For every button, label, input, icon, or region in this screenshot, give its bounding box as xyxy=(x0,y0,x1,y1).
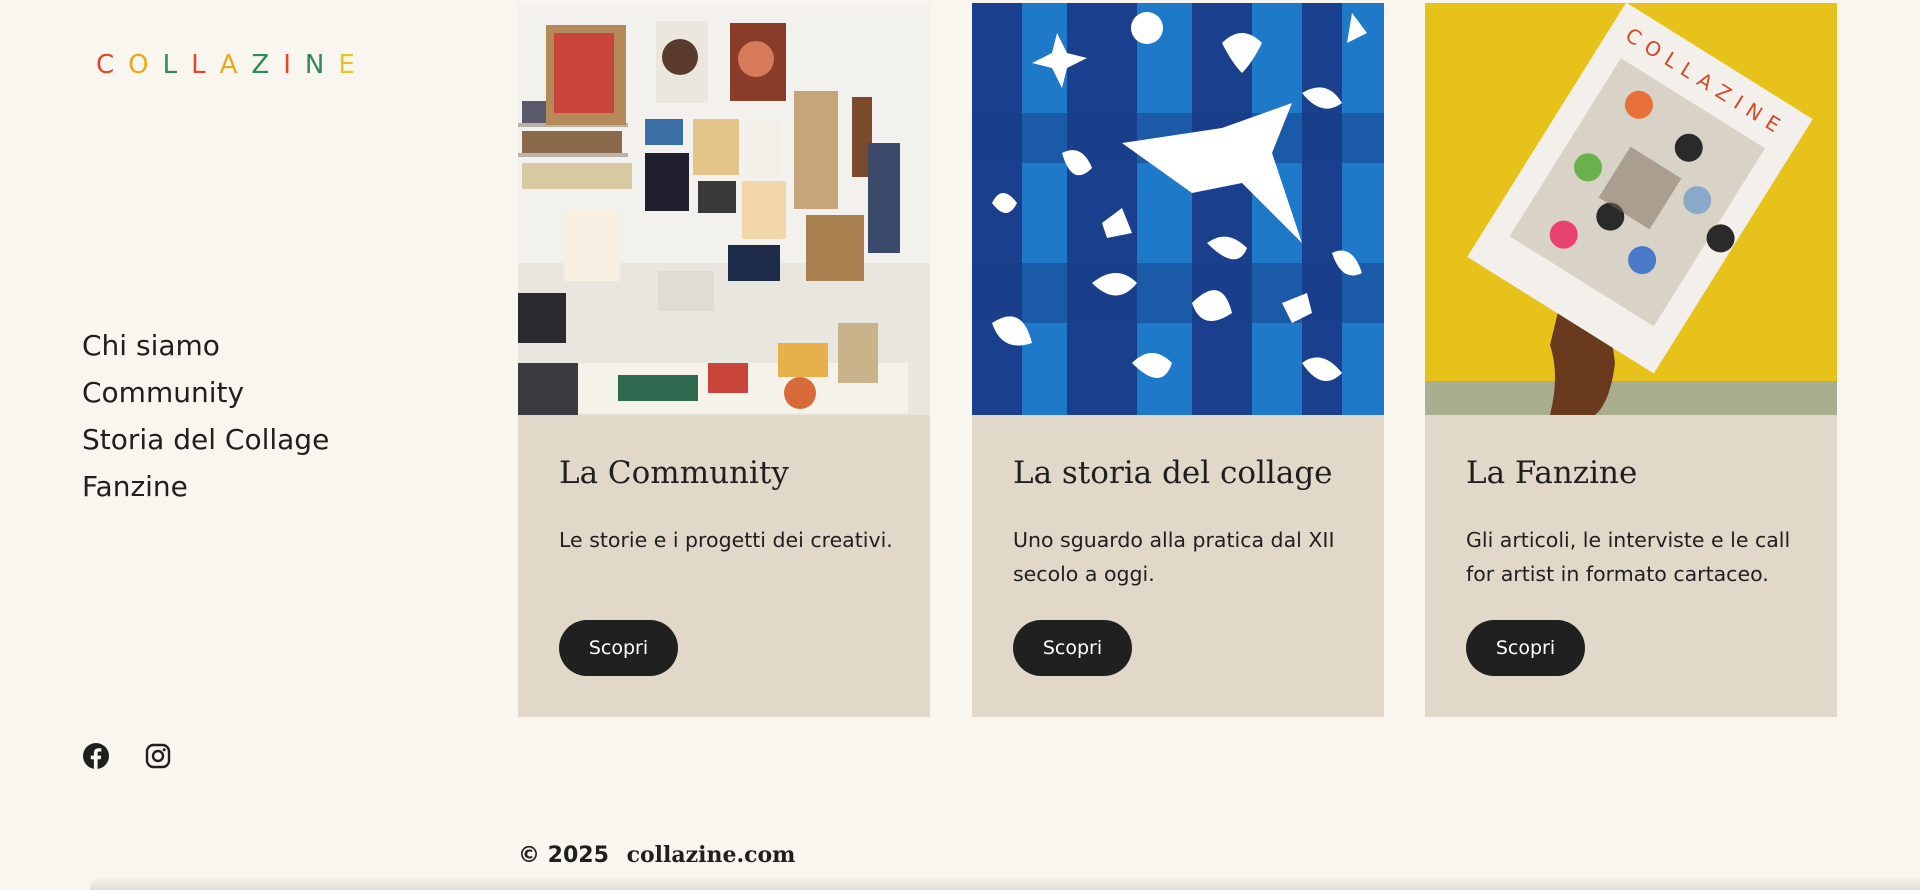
page: COLLAZINE Chi siamo Community Storia del… xyxy=(0,0,1920,890)
card-storia-collage: La storia del collage Uno sguardo alla p… xyxy=(972,3,1384,717)
main-nav: Chi siamo Community Storia del Collage F… xyxy=(82,322,329,510)
site-logo[interactable]: COLLAZINE xyxy=(96,50,369,80)
scopri-button[interactable]: Scopri xyxy=(559,620,678,676)
blue-cutout-image xyxy=(972,3,1384,415)
card-description: Gli articoli, le interviste e le call fo… xyxy=(1466,528,1791,586)
nav-item-fanzine[interactable]: Fanzine xyxy=(82,463,329,510)
studio-wall-image xyxy=(518,3,930,415)
logo-letter: L xyxy=(162,50,192,80)
logo-letter: C xyxy=(96,50,129,80)
card-title: La Fanzine xyxy=(1466,455,1638,491)
fanzine-image: COLLAZINE xyxy=(1425,3,1837,415)
bottom-shadow xyxy=(90,876,1920,890)
copyright-text: © 2025 xyxy=(518,843,609,868)
logo-letter: O xyxy=(128,50,163,80)
logo-letter: A xyxy=(219,50,252,80)
card-fanzine: COLLAZINE La Fanzine Gli articoli, le in… xyxy=(1425,3,1837,717)
nav-item-storia-del-collage[interactable]: Storia del Collage xyxy=(82,416,329,463)
card-image-storia-collage[interactable] xyxy=(972,3,1384,415)
card-image-fanzine[interactable]: COLLAZINE xyxy=(1425,3,1837,415)
footer: © 2025 collazine.com xyxy=(518,842,795,868)
card-description: Uno sguardo alla pratica dal XII secolo … xyxy=(1013,528,1335,586)
instagram-icon[interactable] xyxy=(144,742,172,770)
card-community: La Community Le storie e i progetti dei … xyxy=(518,3,930,717)
scopri-button[interactable]: Scopri xyxy=(1466,620,1585,676)
scopri-button[interactable]: Scopri xyxy=(1013,620,1132,676)
social-links xyxy=(82,742,172,770)
card-image-community[interactable] xyxy=(518,3,930,415)
logo-letter: Z xyxy=(251,50,284,80)
card-title: La storia del collage xyxy=(1013,455,1333,491)
nav-item-community[interactable]: Community xyxy=(82,369,329,416)
logo-letter: N xyxy=(304,50,339,80)
nav-item-chi-siamo[interactable]: Chi siamo xyxy=(82,322,329,369)
card-description: Le storie e i progetti dei creativi. xyxy=(559,528,893,552)
footer-site-link[interactable]: collazine.com xyxy=(627,842,796,868)
facebook-icon[interactable] xyxy=(82,742,110,770)
logo-letter: E xyxy=(338,50,369,80)
card-title: La Community xyxy=(559,455,789,491)
logo-letter: I xyxy=(283,50,305,80)
logo-letter: L xyxy=(191,50,220,80)
